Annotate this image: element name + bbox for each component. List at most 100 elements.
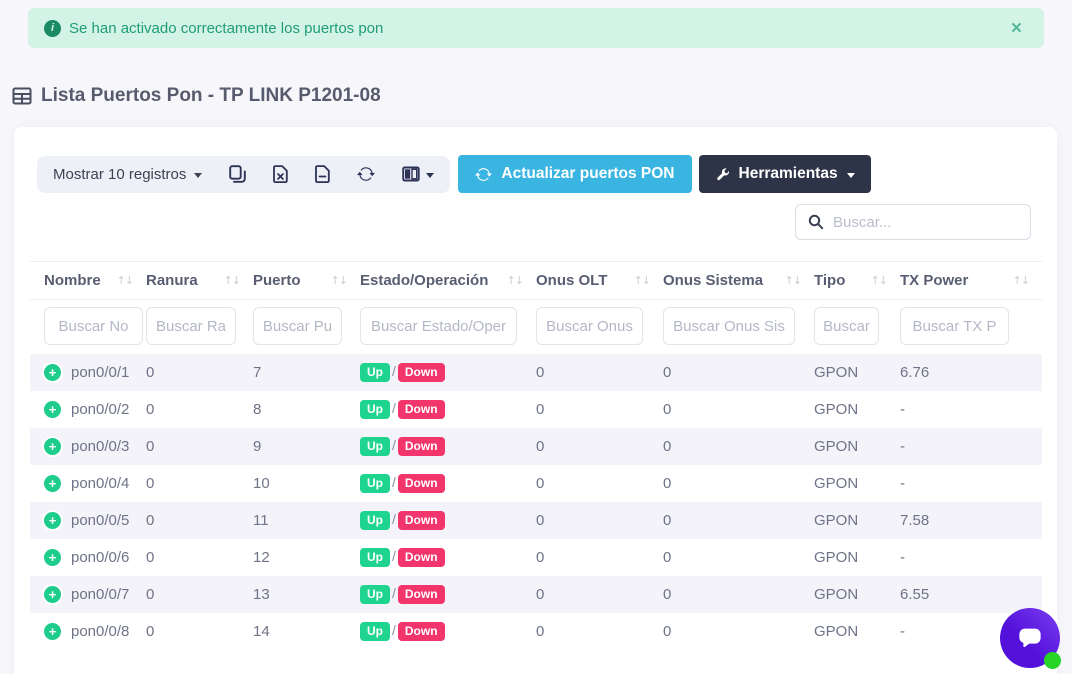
datatable-buttons-group: Mostrar 10 registros xyxy=(37,156,450,193)
sort-icon[interactable]: ↑↓ xyxy=(785,274,801,287)
status-up-badge[interactable]: Up xyxy=(360,400,390,419)
column-header-tx-power[interactable]: TX Power ↑↓ xyxy=(900,262,1042,300)
cell-onus-olt: 0 xyxy=(536,465,663,502)
status-separator: / xyxy=(392,585,396,601)
filter-input-tipo[interactable] xyxy=(814,307,879,345)
filter-input-tx-power[interactable] xyxy=(900,307,1009,345)
status-down-badge[interactable]: Down xyxy=(398,585,445,604)
status-up-badge[interactable]: Up xyxy=(360,511,390,530)
column-header-tipo[interactable]: Tipo ↑↓ xyxy=(814,262,900,300)
cell-ranura: 0 xyxy=(146,613,253,650)
status-separator: / xyxy=(392,548,396,564)
status-down-badge[interactable]: Down xyxy=(398,437,445,456)
filter-input-ranura[interactable] xyxy=(146,307,236,345)
cell-ranura: 0 xyxy=(146,428,253,465)
expand-row-icon[interactable]: + xyxy=(44,364,61,381)
cell-onus-sistema: 0 xyxy=(663,354,814,391)
cell-ranura: 0 xyxy=(146,354,253,391)
cell-onus-olt: 0 xyxy=(536,354,663,391)
columns-icon xyxy=(402,166,420,182)
status-up-badge[interactable]: Up xyxy=(360,585,390,604)
status-up-badge[interactable]: Up xyxy=(360,363,390,382)
column-header-puerto[interactable]: Puerto ↑↓ xyxy=(253,262,360,300)
expand-row-icon[interactable]: + xyxy=(44,586,61,603)
status-down-badge[interactable]: Down xyxy=(398,474,445,493)
cell-estado: Up/Down xyxy=(360,576,536,613)
search-input[interactable] xyxy=(833,214,1018,231)
cell-tipo: GPON xyxy=(814,428,900,465)
cell-tx-power: 6.76 xyxy=(900,354,1042,391)
cell-tx-power: 6.55 xyxy=(900,576,1042,613)
length-menu-dropdown[interactable]: Mostrar 10 registros xyxy=(53,166,202,183)
column-header-nombre[interactable]: Nombre↑↓ xyxy=(30,262,146,300)
cell-onus-sistema: 0 xyxy=(663,391,814,428)
status-separator: / xyxy=(392,511,396,527)
filter-input-onus-olt[interactable] xyxy=(536,307,643,345)
cell-puerto: 9 xyxy=(253,428,360,465)
sort-icon[interactable]: ↑↓ xyxy=(117,274,133,287)
table-row: +pon0/0/2 0 8 Up/Down 0 0 GPON - xyxy=(30,391,1042,428)
filter-input-estado[interactable] xyxy=(360,307,517,345)
cell-puerto: 14 xyxy=(253,613,360,650)
expand-row-icon[interactable]: + xyxy=(44,475,61,492)
column-label: Estado/Operación xyxy=(360,272,488,289)
herramientas-label: Herramientas xyxy=(739,165,838,183)
cell-onus-sistema: 0 xyxy=(663,465,814,502)
column-header-onus-olt[interactable]: Onus OLT↑↓ xyxy=(536,262,663,300)
column-label: Ranura xyxy=(146,272,198,289)
status-down-badge[interactable]: Down xyxy=(398,363,445,382)
sort-icon[interactable]: ↑↓ xyxy=(224,274,240,287)
sort-icon[interactable]: ↑↓ xyxy=(634,274,650,287)
status-up-badge[interactable]: Up xyxy=(360,437,390,456)
cell-tipo: GPON xyxy=(814,576,900,613)
chat-widget-button[interactable] xyxy=(1000,608,1060,668)
filter-input-onus-sistema[interactable] xyxy=(663,307,795,345)
column-header-onus-sistema[interactable]: Onus Sistema↑↓ xyxy=(663,262,814,300)
wrench-icon xyxy=(715,167,730,182)
expand-row-icon[interactable]: + xyxy=(44,512,61,529)
copy-button[interactable] xyxy=(229,165,246,183)
column-header-estado[interactable]: Estado/Operación ↑↓ xyxy=(360,262,536,300)
column-label: Puerto xyxy=(253,272,301,289)
status-down-badge[interactable]: Down xyxy=(398,622,445,641)
page-title: Lista Puertos Pon - TP LINK P1201-08 xyxy=(12,85,1072,107)
status-down-badge[interactable]: Down xyxy=(398,511,445,530)
pdf-export-button[interactable] xyxy=(315,165,330,183)
cell-estado: Up/Down xyxy=(360,613,536,650)
chevron-down-icon xyxy=(426,173,434,178)
column-header-ranura[interactable]: Ranura ↑↓ xyxy=(146,262,253,300)
cell-puerto: 13 xyxy=(253,576,360,613)
port-name: pon0/0/3 xyxy=(71,438,129,455)
column-visibility-button[interactable] xyxy=(402,166,434,182)
status-up-badge[interactable]: Up xyxy=(360,474,390,493)
table-row: +pon0/0/7 0 13 Up/Down 0 0 GPON 6.55 xyxy=(30,576,1042,613)
expand-row-icon[interactable]: + xyxy=(44,623,61,640)
cell-onus-olt: 0 xyxy=(536,391,663,428)
sort-icon[interactable]: ↑↓ xyxy=(871,274,887,287)
actualizar-puertos-pon-button[interactable]: Actualizar puertos PON xyxy=(458,155,691,193)
sort-icon[interactable]: ↑↓ xyxy=(1013,274,1029,287)
cell-puerto: 7 xyxy=(253,354,360,391)
filter-input-puerto[interactable] xyxy=(253,307,342,345)
status-down-badge[interactable]: Down xyxy=(398,548,445,567)
expand-row-icon[interactable]: + xyxy=(44,401,61,418)
status-down-badge[interactable]: Down xyxy=(398,400,445,419)
cell-onus-sistema: 0 xyxy=(663,428,814,465)
close-alert-button[interactable]: × xyxy=(1005,17,1028,40)
column-label: Tipo xyxy=(814,272,845,289)
status-up-badge[interactable]: Up xyxy=(360,548,390,567)
refresh-icon xyxy=(357,165,375,183)
table-row: +pon0/0/8 0 14 Up/Down 0 0 GPON - xyxy=(30,613,1042,650)
herramientas-button[interactable]: Herramientas xyxy=(699,155,871,193)
status-up-badge[interactable]: Up xyxy=(360,622,390,641)
cell-onus-olt: 0 xyxy=(536,428,663,465)
sort-icon[interactable]: ↑↓ xyxy=(331,274,347,287)
column-label: TX Power xyxy=(900,272,968,289)
expand-row-icon[interactable]: + xyxy=(44,438,61,455)
expand-row-icon[interactable]: + xyxy=(44,549,61,566)
reload-table-button[interactable] xyxy=(357,165,375,183)
excel-export-button[interactable] xyxy=(273,165,288,183)
cell-puerto: 10 xyxy=(253,465,360,502)
sort-icon[interactable]: ↑↓ xyxy=(507,274,523,287)
filter-input-nombre[interactable] xyxy=(44,307,143,345)
